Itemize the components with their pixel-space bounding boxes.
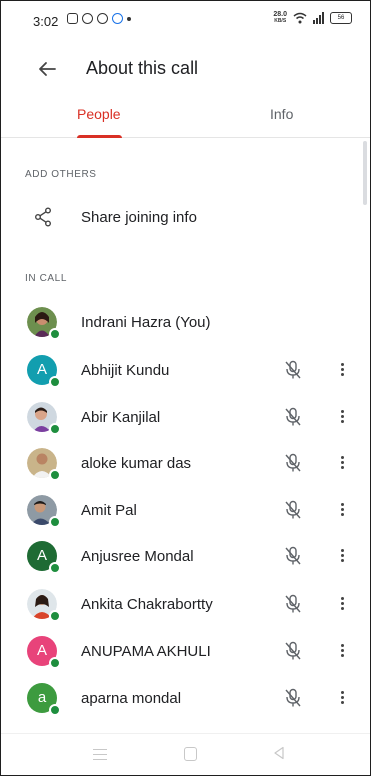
- more-options-icon[interactable]: [337, 689, 347, 707]
- system-nav-bar: [1, 733, 370, 775]
- home-icon[interactable]: [184, 747, 197, 761]
- phone-screen: 3:02 28.0 KB/S 56 About this call People…: [0, 0, 371, 776]
- participant-name: Abir Kanjilal: [81, 409, 161, 426]
- participant-row[interactable]: Ankita Chakrabortty: [1, 581, 370, 627]
- active-tab-indicator: [77, 135, 122, 138]
- online-indicator: [49, 657, 61, 669]
- avatar: [27, 589, 61, 622]
- network-speed-value: 28.0: [273, 11, 287, 18]
- online-indicator: [49, 328, 61, 340]
- status-bar: 3:02 28.0 KB/S 56: [1, 1, 370, 45]
- app-bar: About this call: [1, 47, 370, 91]
- participant-name: Anjusree Mondal: [81, 548, 194, 565]
- app-icon: [97, 13, 108, 24]
- recent-apps-icon[interactable]: [93, 749, 107, 764]
- page-title: About this call: [86, 58, 199, 78]
- network-speed: 28.0 KB/S: [273, 11, 287, 25]
- online-indicator: [49, 704, 61, 716]
- avatar: A: [27, 541, 61, 574]
- network-speed-unit: KB/S: [274, 18, 287, 24]
- participant-name: Indrani Hazra (You): [81, 314, 211, 331]
- mic-off-icon: [285, 453, 301, 472]
- online-indicator: [49, 610, 61, 622]
- participant-row[interactable]: Amit Pal: [1, 487, 370, 533]
- share-joining-info-label: Share joining info: [81, 209, 197, 226]
- more-options-icon[interactable]: [337, 408, 347, 426]
- participant-row[interactable]: A ANUPAMA AKHULI: [1, 628, 370, 674]
- mic-off-icon: [285, 594, 301, 613]
- participant-row[interactable]: A Abhijit Kundu: [1, 347, 370, 393]
- signal-icon: [313, 12, 324, 24]
- back-arrow-icon[interactable]: [35, 57, 59, 81]
- whatsapp-icon: [82, 13, 93, 24]
- online-indicator: [49, 516, 61, 528]
- status-right: 28.0 KB/S 56: [273, 11, 352, 25]
- avatar: [27, 448, 61, 481]
- participant-row[interactable]: Abir Kanjilal: [1, 394, 370, 440]
- battery-icon: 56: [330, 12, 352, 24]
- participant-name: aparna mondal: [81, 690, 182, 707]
- participant-name: Abhijit Kundu: [81, 362, 170, 379]
- more-options-icon[interactable]: [337, 642, 347, 660]
- online-indicator: [49, 423, 61, 435]
- mic-off-icon: [285, 500, 301, 519]
- section-in-call: IN CALL: [25, 273, 67, 284]
- participant-row[interactable]: A Anjusree Mondal: [1, 533, 370, 579]
- avatar: [27, 307, 61, 340]
- participant-name: Ankita Chakrabortty: [81, 596, 213, 613]
- avatar: A: [27, 355, 61, 388]
- share-icon: [35, 207, 51, 227]
- tab-people[interactable]: People: [77, 106, 121, 122]
- participant-name: Amit Pal: [81, 502, 137, 519]
- avatar: [27, 495, 61, 528]
- mic-off-icon: [285, 546, 301, 565]
- participant-name: ANUPAMA AKHULI: [81, 643, 211, 660]
- participant-row[interactable]: Indrani Hazra (You): [1, 299, 370, 345]
- share-joining-info-button[interactable]: Share joining info: [1, 198, 370, 238]
- notification-icons: [67, 13, 131, 24]
- meet-icon: [112, 13, 123, 24]
- mic-off-icon: [285, 688, 301, 707]
- wifi-icon: [293, 12, 307, 24]
- avatar: [27, 402, 61, 435]
- avatar: a: [27, 683, 61, 716]
- section-add-others: ADD OTHERS: [25, 169, 97, 180]
- tab-bar: People Info: [1, 93, 370, 138]
- notification-icon: [67, 13, 78, 24]
- participant-row[interactable]: aloke kumar das: [1, 440, 370, 486]
- battery-level: 56: [337, 15, 345, 21]
- more-options-icon[interactable]: [337, 454, 347, 472]
- more-options-icon[interactable]: [337, 547, 347, 565]
- nav-back-icon[interactable]: [272, 746, 286, 760]
- mic-off-icon: [285, 360, 301, 379]
- scrollbar[interactable]: [363, 141, 367, 205]
- mic-off-icon: [285, 641, 301, 660]
- status-time: 3:02: [33, 14, 59, 29]
- online-indicator: [49, 469, 61, 481]
- tab-info[interactable]: Info: [270, 106, 293, 122]
- online-indicator: [49, 562, 61, 574]
- online-indicator: [49, 376, 61, 388]
- more-options-icon[interactable]: [337, 361, 347, 379]
- more-options-icon[interactable]: [337, 501, 347, 519]
- more-notifications-dot: [127, 16, 131, 21]
- avatar: A: [27, 636, 61, 669]
- participant-row[interactable]: a aparna mondal: [1, 675, 370, 721]
- more-options-icon[interactable]: [337, 595, 347, 613]
- mic-off-icon: [285, 407, 301, 426]
- participant-name: aloke kumar das: [81, 455, 192, 472]
